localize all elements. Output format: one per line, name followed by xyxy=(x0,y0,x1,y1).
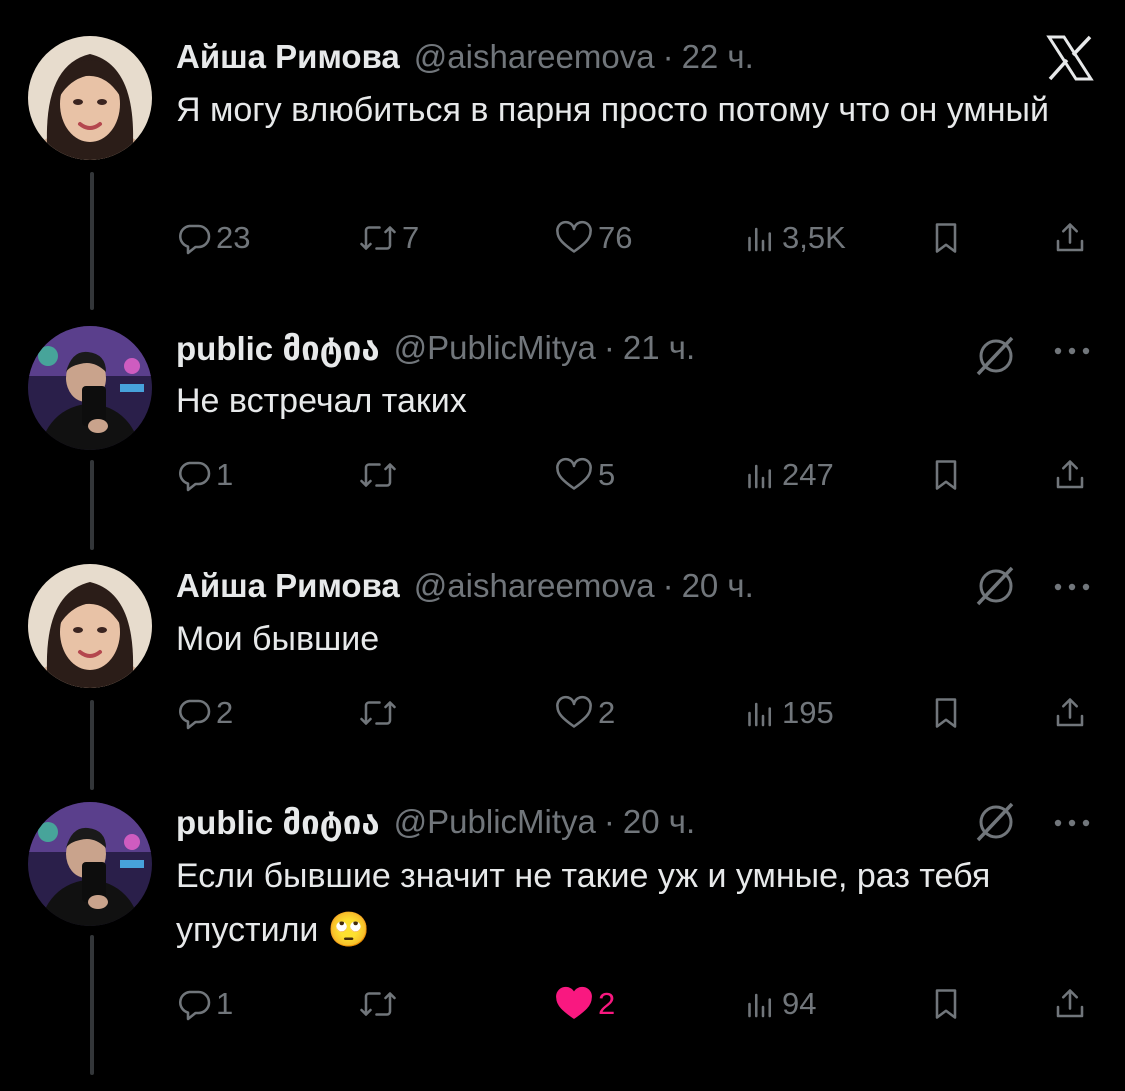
bookmark-icon xyxy=(928,986,964,1022)
timestamp[interactable]: 21 ч. xyxy=(623,329,695,367)
reply-button[interactable]: 23 xyxy=(176,216,250,260)
share-button[interactable] xyxy=(1052,453,1088,497)
reply-icon xyxy=(176,695,212,731)
separator: · xyxy=(662,567,674,604)
author-handle[interactable]: @aishareemova xyxy=(414,567,655,605)
author-name[interactable]: public მიტია xyxy=(176,803,380,842)
tweet-text: Если бывшие значит не такие уж и умные, … xyxy=(176,857,991,949)
like-count: 2 xyxy=(598,695,616,730)
share-button[interactable] xyxy=(1052,982,1088,1026)
views-icon xyxy=(742,220,778,256)
heart-icon xyxy=(554,695,594,731)
share-icon xyxy=(1052,986,1088,1022)
bookmark-icon xyxy=(928,457,964,493)
action-bar: 1 2 94 xyxy=(176,982,1096,1026)
tweet[interactable]: Айша Римова @aishareemova · 22 ч. Я могу… xyxy=(0,0,1125,300)
views-count: 247 xyxy=(782,457,834,492)
avatar[interactable] xyxy=(28,802,152,926)
more-icon[interactable] xyxy=(1052,580,1092,598)
reply-count: 23 xyxy=(216,220,251,255)
share-icon xyxy=(1052,457,1088,493)
views-button[interactable]: 247 xyxy=(742,453,834,497)
like-count: 2 xyxy=(598,986,616,1021)
reply-button[interactable]: 1 xyxy=(176,982,233,1026)
reply-button[interactable]: 2 xyxy=(176,691,233,735)
like-button[interactable]: 2 xyxy=(554,982,615,1026)
timestamp[interactable]: 22 ч. xyxy=(682,38,754,76)
heart-icon xyxy=(554,220,594,256)
repost-icon xyxy=(358,986,398,1022)
tweet[interactable]: public მიტია @PublicMitya · 21 ч. Не вст… xyxy=(0,310,1125,540)
avatar[interactable] xyxy=(28,36,152,160)
author-name[interactable]: Айша Римова xyxy=(176,567,400,605)
action-bar: 2 2 195 xyxy=(176,691,1096,735)
separator: · xyxy=(603,803,615,840)
like-count: 5 xyxy=(598,457,616,492)
views-count: 195 xyxy=(782,695,834,730)
heart-icon xyxy=(554,457,594,493)
bookmark-button[interactable] xyxy=(928,982,964,1026)
author-name[interactable]: public მიტია xyxy=(176,329,380,368)
bookmark-button[interactable] xyxy=(928,216,964,260)
avatar[interactable] xyxy=(28,326,152,450)
heart-icon xyxy=(554,986,594,1022)
share-button[interactable] xyxy=(1052,691,1088,735)
bookmark-button[interactable] xyxy=(928,691,964,735)
views-button[interactable]: 3,5K xyxy=(742,216,846,260)
share-icon xyxy=(1052,695,1088,731)
views-button[interactable]: 94 xyxy=(742,982,816,1026)
views-count: 3,5K xyxy=(782,220,846,255)
repost-button[interactable] xyxy=(358,453,402,497)
share-button[interactable] xyxy=(1052,216,1088,260)
repost-button[interactable] xyxy=(358,982,402,1026)
tweet-text: Мои бывшие xyxy=(176,620,380,658)
grok-icon[interactable] xyxy=(972,798,1020,851)
separator: · xyxy=(603,329,615,366)
repost-button[interactable]: 7 xyxy=(358,216,419,260)
timestamp[interactable]: 20 ч. xyxy=(623,803,695,841)
reply-icon xyxy=(176,457,212,493)
like-button[interactable]: 2 xyxy=(554,691,615,735)
repost-count: 7 xyxy=(402,220,420,255)
tweet[interactable]: public მიტია @PublicMitya · 20 ч. Если б… xyxy=(0,790,1125,1091)
views-icon xyxy=(742,986,778,1022)
repost-icon xyxy=(358,695,398,731)
author-handle[interactable]: @aishareemova xyxy=(414,38,655,76)
repost-icon xyxy=(358,220,398,256)
more-icon[interactable] xyxy=(1052,816,1092,834)
author-handle[interactable]: @PublicMitya xyxy=(394,803,596,841)
tweet-text: Не встречал таких xyxy=(176,382,467,420)
author-name[interactable]: Айша Римова xyxy=(176,38,400,76)
reply-icon xyxy=(176,986,212,1022)
timestamp[interactable]: 20 ч. xyxy=(682,567,754,605)
views-icon xyxy=(742,457,778,493)
views-icon xyxy=(742,695,778,731)
tweet-text: Я могу влюбиться в парня просто потому ч… xyxy=(176,91,1049,129)
author-handle[interactable]: @PublicMitya xyxy=(394,329,596,367)
repost-icon xyxy=(358,457,398,493)
repost-button[interactable] xyxy=(358,691,402,735)
more-icon[interactable] xyxy=(1052,344,1092,362)
bookmark-button[interactable] xyxy=(928,453,964,497)
views-button[interactable]: 195 xyxy=(742,691,834,735)
like-button[interactable]: 5 xyxy=(554,453,615,497)
reply-count: 1 xyxy=(216,986,234,1021)
reply-count: 1 xyxy=(216,457,234,492)
action-bar: 23 7 76 3,5K xyxy=(176,216,1096,260)
tweet[interactable]: Айша Римова @aishareemova · 20 ч. Мои бы… xyxy=(0,550,1125,780)
grok-icon[interactable] xyxy=(972,562,1020,615)
avatar[interactable] xyxy=(28,564,152,688)
action-bar: 1 5 247 xyxy=(176,453,1096,497)
like-count: 76 xyxy=(598,220,633,255)
bookmark-icon xyxy=(928,695,964,731)
like-button[interactable]: 76 xyxy=(554,216,632,260)
reply-icon xyxy=(176,220,212,256)
reply-count: 2 xyxy=(216,695,234,730)
reply-button[interactable]: 1 xyxy=(176,453,233,497)
bookmark-icon xyxy=(928,220,964,256)
share-icon xyxy=(1052,220,1088,256)
views-count: 94 xyxy=(782,986,817,1021)
separator: · xyxy=(662,38,674,75)
